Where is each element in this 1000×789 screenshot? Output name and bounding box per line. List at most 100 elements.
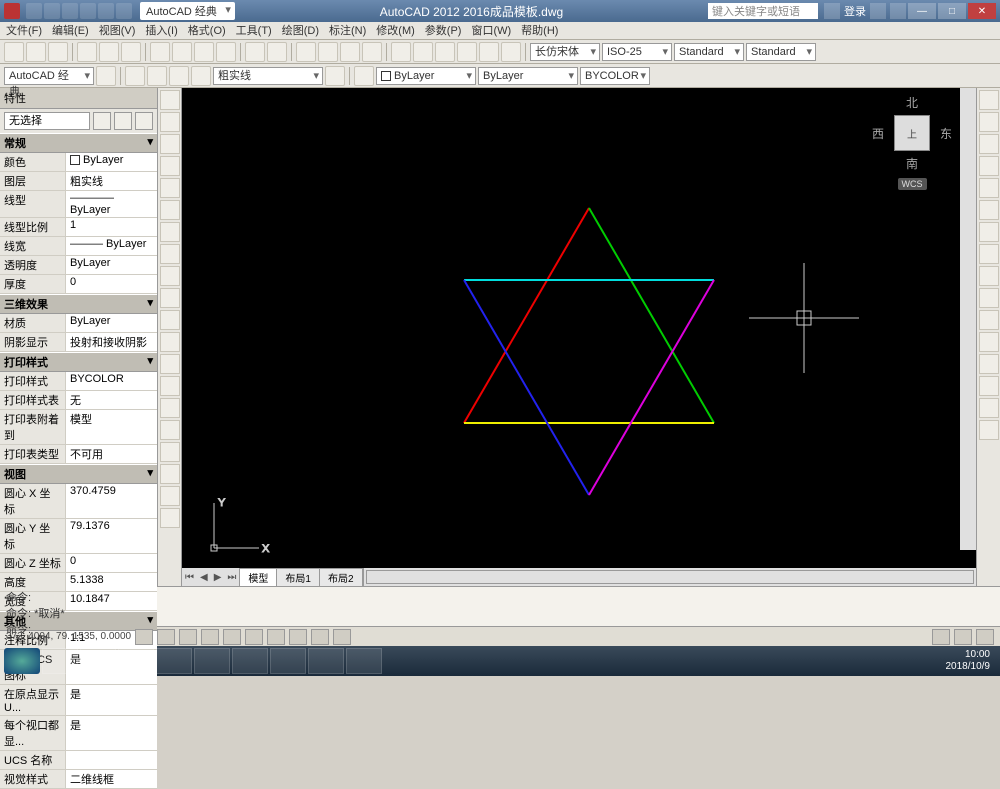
trim-icon[interactable] [979, 288, 999, 308]
quickselect-icon[interactable] [93, 112, 111, 130]
menu-draw[interactable]: 绘图(D) [282, 22, 319, 39]
spline-icon[interactable] [160, 266, 180, 286]
qat-print-icon[interactable] [116, 3, 132, 19]
open-button[interactable] [26, 42, 46, 62]
pline-icon[interactable] [160, 134, 180, 154]
task-app2-icon[interactable] [308, 648, 344, 674]
tool-palette-button[interactable] [435, 42, 455, 62]
viewcube-north[interactable]: 北 [872, 94, 952, 111]
property-value[interactable]: 10.1847 [65, 592, 157, 610]
selectobj-icon[interactable] [114, 112, 132, 130]
model-toggle[interactable] [932, 629, 950, 645]
match-button[interactable] [216, 42, 236, 62]
undo-button[interactable] [245, 42, 265, 62]
cat-3deffect[interactable]: 三维效果▾ [0, 294, 157, 314]
rotate-icon[interactable] [979, 222, 999, 242]
property-value[interactable]: 模型 [65, 410, 157, 444]
task-paint-icon[interactable] [346, 648, 382, 674]
property-value[interactable]: 0 [65, 275, 157, 293]
explode-icon[interactable] [979, 420, 999, 440]
polygon-icon[interactable] [160, 156, 180, 176]
system-tray[interactable]: 10:00 2018/10/9 [940, 649, 997, 673]
property-value[interactable]: 370.4759 [65, 484, 157, 518]
qat-redo-icon[interactable] [98, 3, 114, 19]
paste-button[interactable] [194, 42, 214, 62]
viewcube-south[interactable]: 南 [872, 155, 952, 172]
property-value[interactable]: 投射和接收阴影 [65, 333, 157, 351]
otrack-toggle[interactable] [245, 629, 263, 645]
mlstyle-select[interactable]: Standard [746, 43, 816, 61]
property-value[interactable]: ByLayer [65, 314, 157, 332]
break-icon[interactable] [979, 332, 999, 352]
workspace-select[interactable]: AutoCAD 经典 [4, 67, 94, 85]
menu-tools[interactable]: 工具(T) [236, 22, 272, 39]
menu-format[interactable]: 格式(O) [188, 22, 226, 39]
help-search-input[interactable]: 键入关键字或短语 [708, 3, 818, 19]
layer-manager-button[interactable] [96, 66, 116, 86]
ortho-toggle[interactable] [179, 629, 197, 645]
viewcube-west[interactable]: 西 [872, 125, 884, 142]
task-app1-icon[interactable] [270, 648, 306, 674]
color-button[interactable] [354, 66, 374, 86]
viewcube-wcs[interactable]: WCS [898, 178, 927, 190]
ducs-toggle[interactable] [267, 629, 285, 645]
tab-nav-first[interactable]: ⏮ [182, 572, 197, 583]
gradient-icon[interactable] [160, 420, 180, 440]
property-value[interactable]: 二维线框 [65, 770, 157, 788]
tab-nav-next[interactable]: ▶ [211, 572, 225, 583]
dc-button[interactable] [413, 42, 433, 62]
menu-help[interactable]: 帮助(H) [521, 22, 558, 39]
array-icon[interactable] [979, 178, 999, 198]
vertical-scrollbar[interactable] [960, 88, 976, 550]
qp-toggle[interactable] [333, 629, 351, 645]
drawing-area[interactable]: Y X 北 西 上 东 南 WCS ⏮ ◀ ▶ ⏭ [182, 88, 976, 586]
property-value[interactable]: 5.1338 [65, 573, 157, 591]
task-explorer-icon[interactable] [42, 648, 78, 674]
properties-button[interactable] [391, 42, 411, 62]
ltype-button[interactable] [325, 66, 345, 86]
exchange-icon[interactable] [870, 3, 886, 19]
rectangle-icon[interactable] [160, 178, 180, 198]
login-link[interactable]: 登录 [844, 3, 866, 19]
dimstyle-select[interactable]: ISO-25 [602, 43, 672, 61]
quickcalc-button[interactable] [501, 42, 521, 62]
property-value[interactable]: 粗实线 [65, 172, 157, 190]
sheet-set-button[interactable] [457, 42, 477, 62]
copy-icon[interactable] [979, 112, 999, 132]
layer-off-button[interactable] [191, 66, 211, 86]
menu-dimension[interactable]: 标注(N) [329, 22, 366, 39]
scale-icon[interactable] [979, 244, 999, 264]
help-icon[interactable] [890, 3, 906, 19]
layer-iso-button[interactable] [147, 66, 167, 86]
circle-icon[interactable] [160, 222, 180, 242]
block-icon[interactable] [160, 354, 180, 374]
tab-layout1[interactable]: 布局1 [277, 569, 320, 586]
property-value[interactable]: 是 [65, 685, 157, 715]
pickadd-icon[interactable] [135, 112, 153, 130]
plot-button[interactable] [77, 42, 97, 62]
move-icon[interactable] [979, 200, 999, 220]
property-value[interactable]: ———— ByLayer [65, 191, 157, 217]
lwt-toggle[interactable] [311, 629, 329, 645]
erase-icon[interactable] [979, 90, 999, 110]
viewcube[interactable]: 北 西 上 东 南 WCS [872, 94, 952, 194]
hatch-icon[interactable] [160, 398, 180, 418]
zoom-window-button[interactable] [340, 42, 360, 62]
menu-modify[interactable]: 修改(M) [376, 22, 415, 39]
mirror-icon[interactable] [979, 134, 999, 154]
revcloud-icon[interactable] [160, 244, 180, 264]
viewcube-east[interactable]: 东 [940, 125, 952, 142]
ellipsearc-icon[interactable] [160, 310, 180, 330]
copy-button[interactable] [172, 42, 192, 62]
textstyle-select[interactable]: 长仿宋体 [530, 43, 600, 61]
publish-button[interactable] [121, 42, 141, 62]
property-value[interactable]: BYCOLOR [65, 372, 157, 390]
menu-insert[interactable]: 插入(I) [145, 22, 177, 39]
tab-layout2[interactable]: 布局2 [320, 569, 363, 586]
menu-edit[interactable]: 编辑(E) [52, 22, 89, 39]
task-folder-icon[interactable] [156, 648, 192, 674]
qat-undo-icon[interactable] [80, 3, 96, 19]
clean-screen-toggle[interactable] [976, 629, 994, 645]
layer-freeze-button[interactable] [169, 66, 189, 86]
layer-state-button[interactable] [125, 66, 145, 86]
